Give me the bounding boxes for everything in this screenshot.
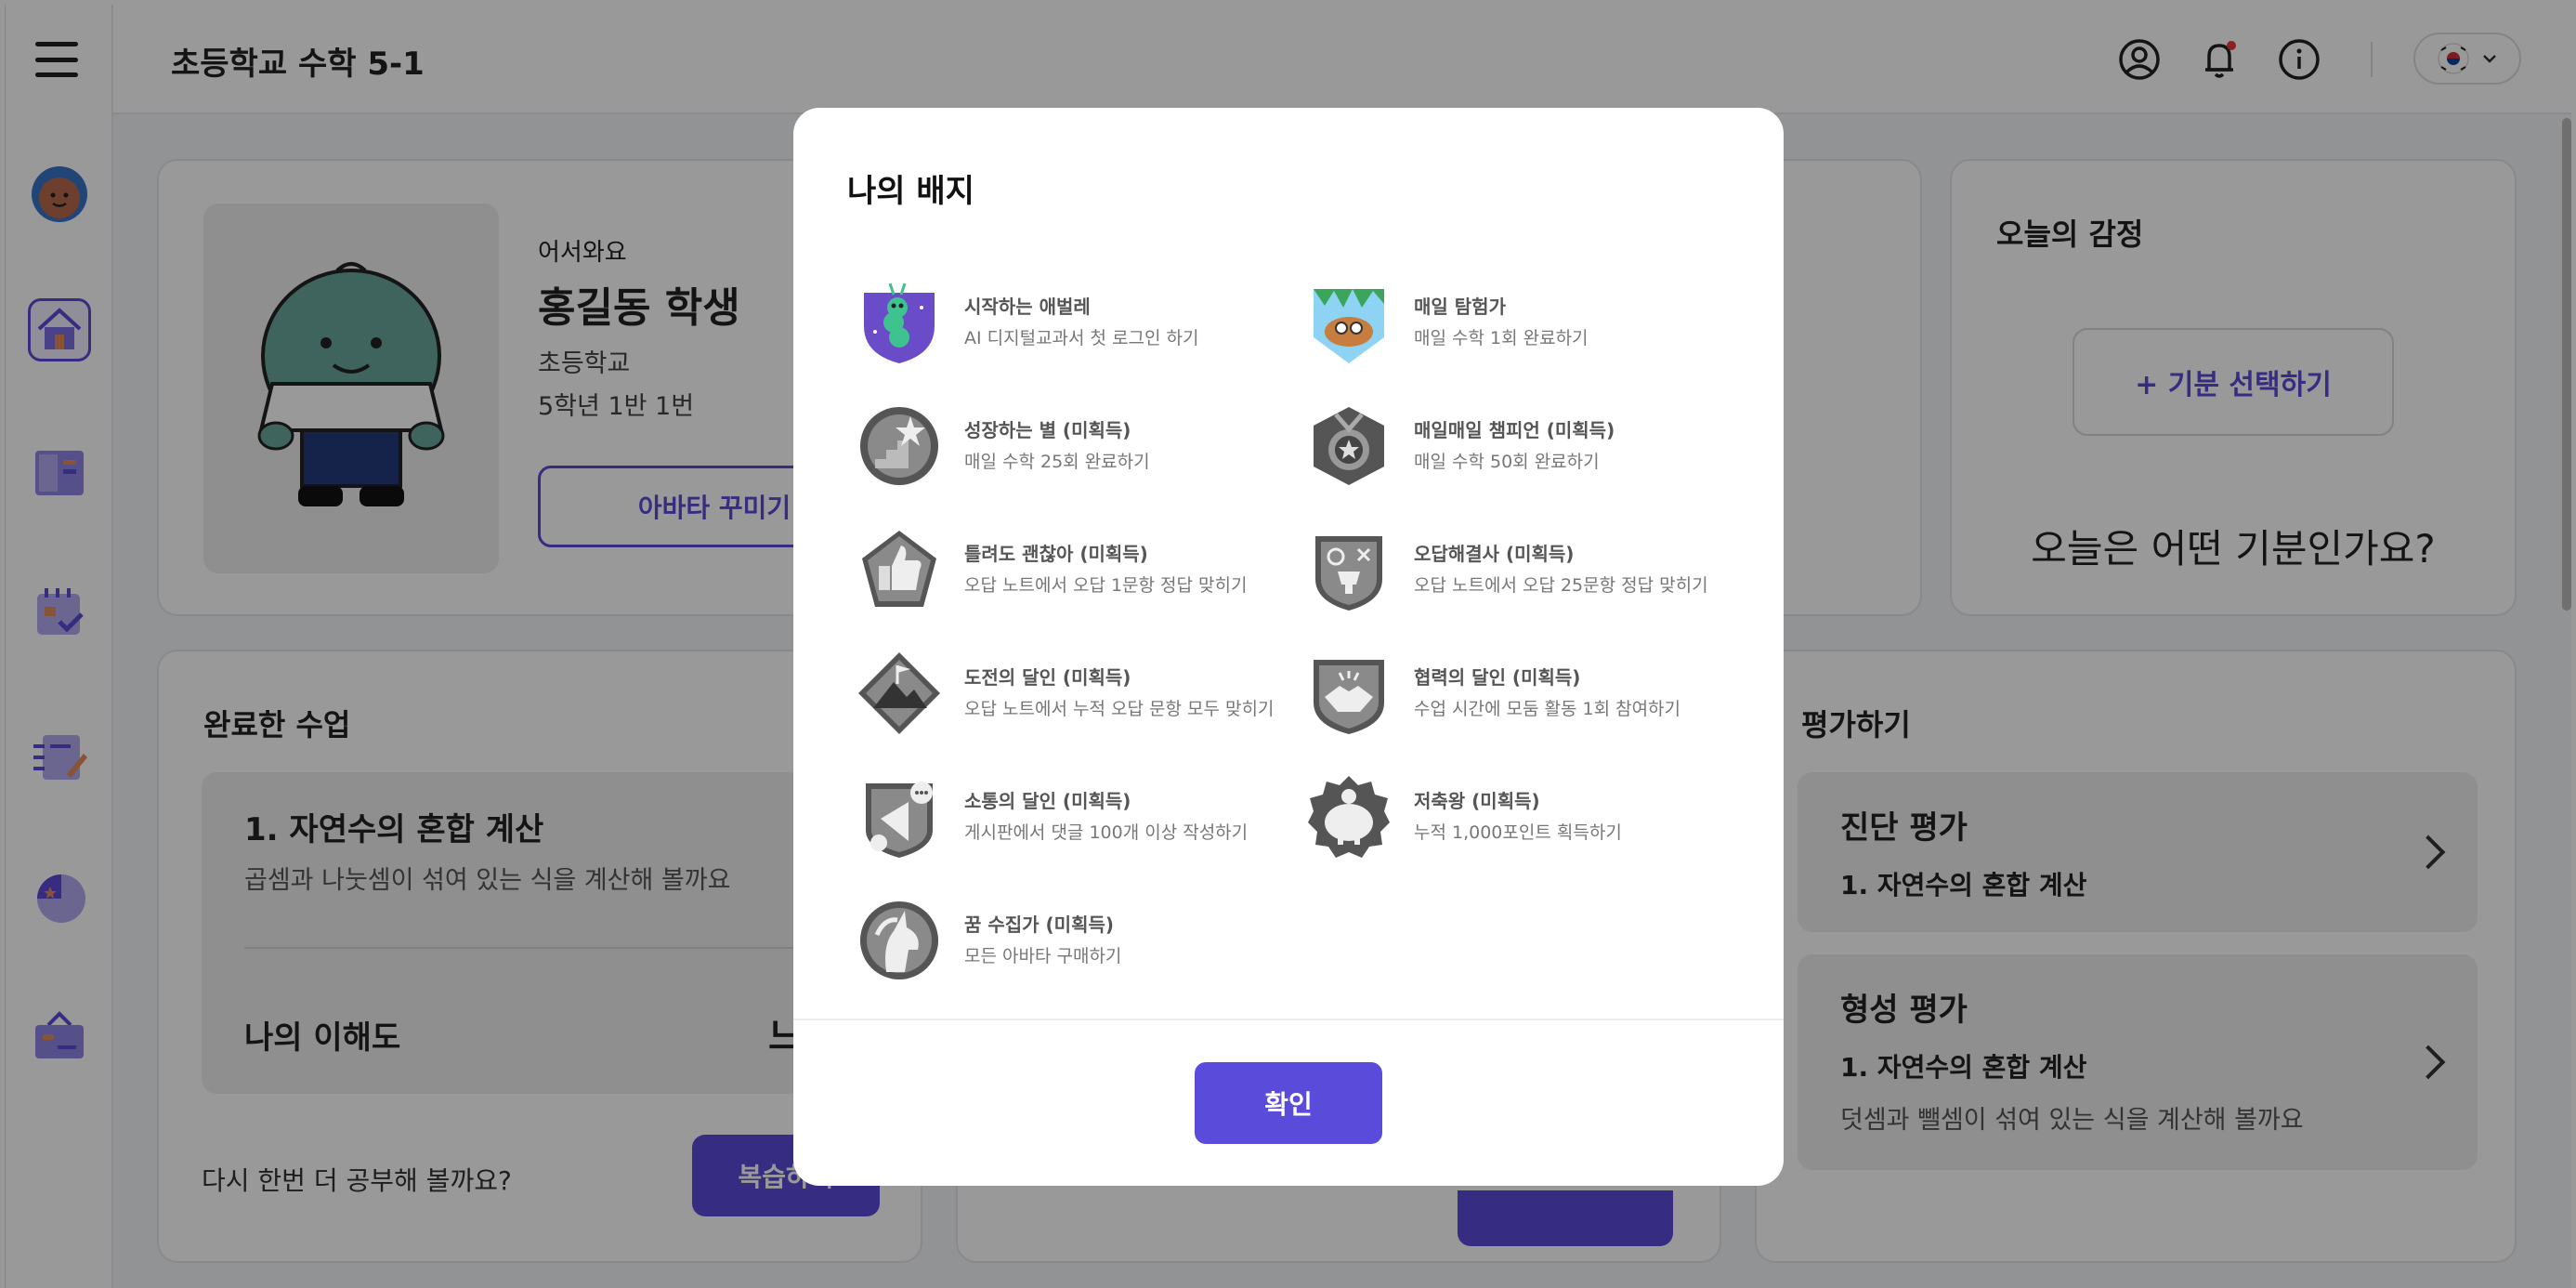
badge-name: 시작하는 애벌레 bbox=[964, 295, 1091, 318]
badge-description: AI 디지털교과서 첫 로그인 하기 bbox=[964, 327, 1199, 348]
badge-name: 성장하는 별 (미획득) bbox=[964, 418, 1131, 441]
unicorn-badge-icon bbox=[855, 896, 944, 985]
thumbs-up-badge-icon bbox=[855, 525, 944, 614]
explorer-badge-icon bbox=[1304, 278, 1393, 367]
badge-item[interactable]: 성장하는 별 (미획득) 매일 수학 25회 완료하기 bbox=[855, 384, 1304, 507]
champion-medal-badge-icon bbox=[1304, 401, 1393, 491]
trophy-badge-icon bbox=[1304, 525, 1393, 614]
badge-item[interactable]: 매일매일 챔피언 (미획득) 매일 수학 50회 완료하기 bbox=[1304, 384, 1746, 507]
piggy-bank-badge-icon bbox=[1304, 772, 1393, 861]
badge-description: 게시판에서 댓글 100개 이상 작성하기 bbox=[964, 821, 1249, 843]
badge-item[interactable]: 도전의 달인 (미획득) 오답 노트에서 누적 오답 문항 모두 맞히기 bbox=[855, 631, 1304, 755]
badge-name: 저축왕 (미획득) bbox=[1414, 789, 1540, 812]
badge-name: 협력의 달인 (미획득) bbox=[1414, 665, 1581, 689]
badge-description: 오답 노트에서 오답 25문항 정답 맞히기 bbox=[1414, 574, 1708, 596]
badge-description: 오답 노트에서 오답 1문항 정답 맞히기 bbox=[964, 574, 1248, 596]
badge-description: 수업 시간에 모둠 활동 1회 참여하기 bbox=[1414, 698, 1681, 719]
badge-item[interactable]: 꿈 수집가 (미획득) 모든 아바타 구매하기 bbox=[855, 878, 1304, 1002]
caterpillar-badge-icon bbox=[855, 278, 944, 367]
badge-item[interactable]: 시작하는 애벌레 AI 디지털교과서 첫 로그인 하기 bbox=[855, 260, 1304, 384]
megaphone-badge-icon bbox=[855, 772, 944, 861]
modal-title: 나의 배지 bbox=[847, 173, 974, 210]
badge-name: 매일 탐험가 bbox=[1414, 295, 1506, 318]
badge-name: 꿈 수집가 (미획득) bbox=[964, 913, 1115, 936]
badge-description: 매일 수학 1회 완료하기 bbox=[1414, 327, 1589, 348]
badge-list: 시작하는 애벌레 AI 디지털교과서 첫 로그인 하기 매일 탐험가 매일 수학… bbox=[855, 260, 1746, 1002]
badge-item[interactable]: 협력의 달인 (미획득) 수업 시간에 모둠 활동 1회 참여하기 bbox=[1304, 631, 1746, 755]
badge-description: 매일 수학 25회 완료하기 bbox=[964, 451, 1150, 472]
badge-item[interactable]: 소통의 달인 (미획득) 게시판에서 댓글 100개 이상 작성하기 bbox=[855, 755, 1304, 878]
badge-name: 매일매일 챔피언 (미획득) bbox=[1414, 418, 1615, 441]
handshake-badge-icon bbox=[1304, 649, 1393, 738]
badge-description: 누적 1,000포인트 획득하기 bbox=[1414, 821, 1622, 843]
badge-name: 소통의 달인 (미획득) bbox=[964, 789, 1131, 812]
badge-item[interactable]: 오답해결사 (미획득) 오답 노트에서 오답 25문항 정답 맞히기 bbox=[1304, 507, 1746, 631]
badge-description: 모든 아바타 구매하기 bbox=[964, 945, 1122, 966]
badge-item[interactable]: 저축왕 (미획득) 누적 1,000포인트 획득하기 bbox=[1304, 755, 1746, 878]
badge-item[interactable]: 매일 탐험가 매일 수학 1회 완료하기 bbox=[1304, 260, 1746, 384]
badge-modal: 나의 배지 시작하는 애벌레 AI 디지털교과서 첫 로그인 하기 매일 탐험가… bbox=[793, 108, 1784, 1186]
badge-name: 오답해결사 (미획득) bbox=[1414, 542, 1575, 565]
badge-description: 오답 노트에서 누적 오답 문항 모두 맞히기 bbox=[964, 698, 1275, 719]
star-stairs-badge-icon bbox=[855, 401, 944, 491]
badge-item[interactable]: 틀려도 괜찮아 (미획득) 오답 노트에서 오답 1문항 정답 맞히기 bbox=[855, 507, 1304, 631]
badge-name: 도전의 달인 (미획득) bbox=[964, 665, 1131, 689]
badge-name: 틀려도 괜찮아 (미획득) bbox=[964, 542, 1148, 565]
confirm-button[interactable]: 확인 bbox=[1195, 1062, 1382, 1144]
mountain-flag-badge-icon bbox=[855, 649, 944, 738]
badge-description: 매일 수학 50회 완료하기 bbox=[1414, 451, 1600, 472]
modal-divider bbox=[793, 1019, 1784, 1020]
